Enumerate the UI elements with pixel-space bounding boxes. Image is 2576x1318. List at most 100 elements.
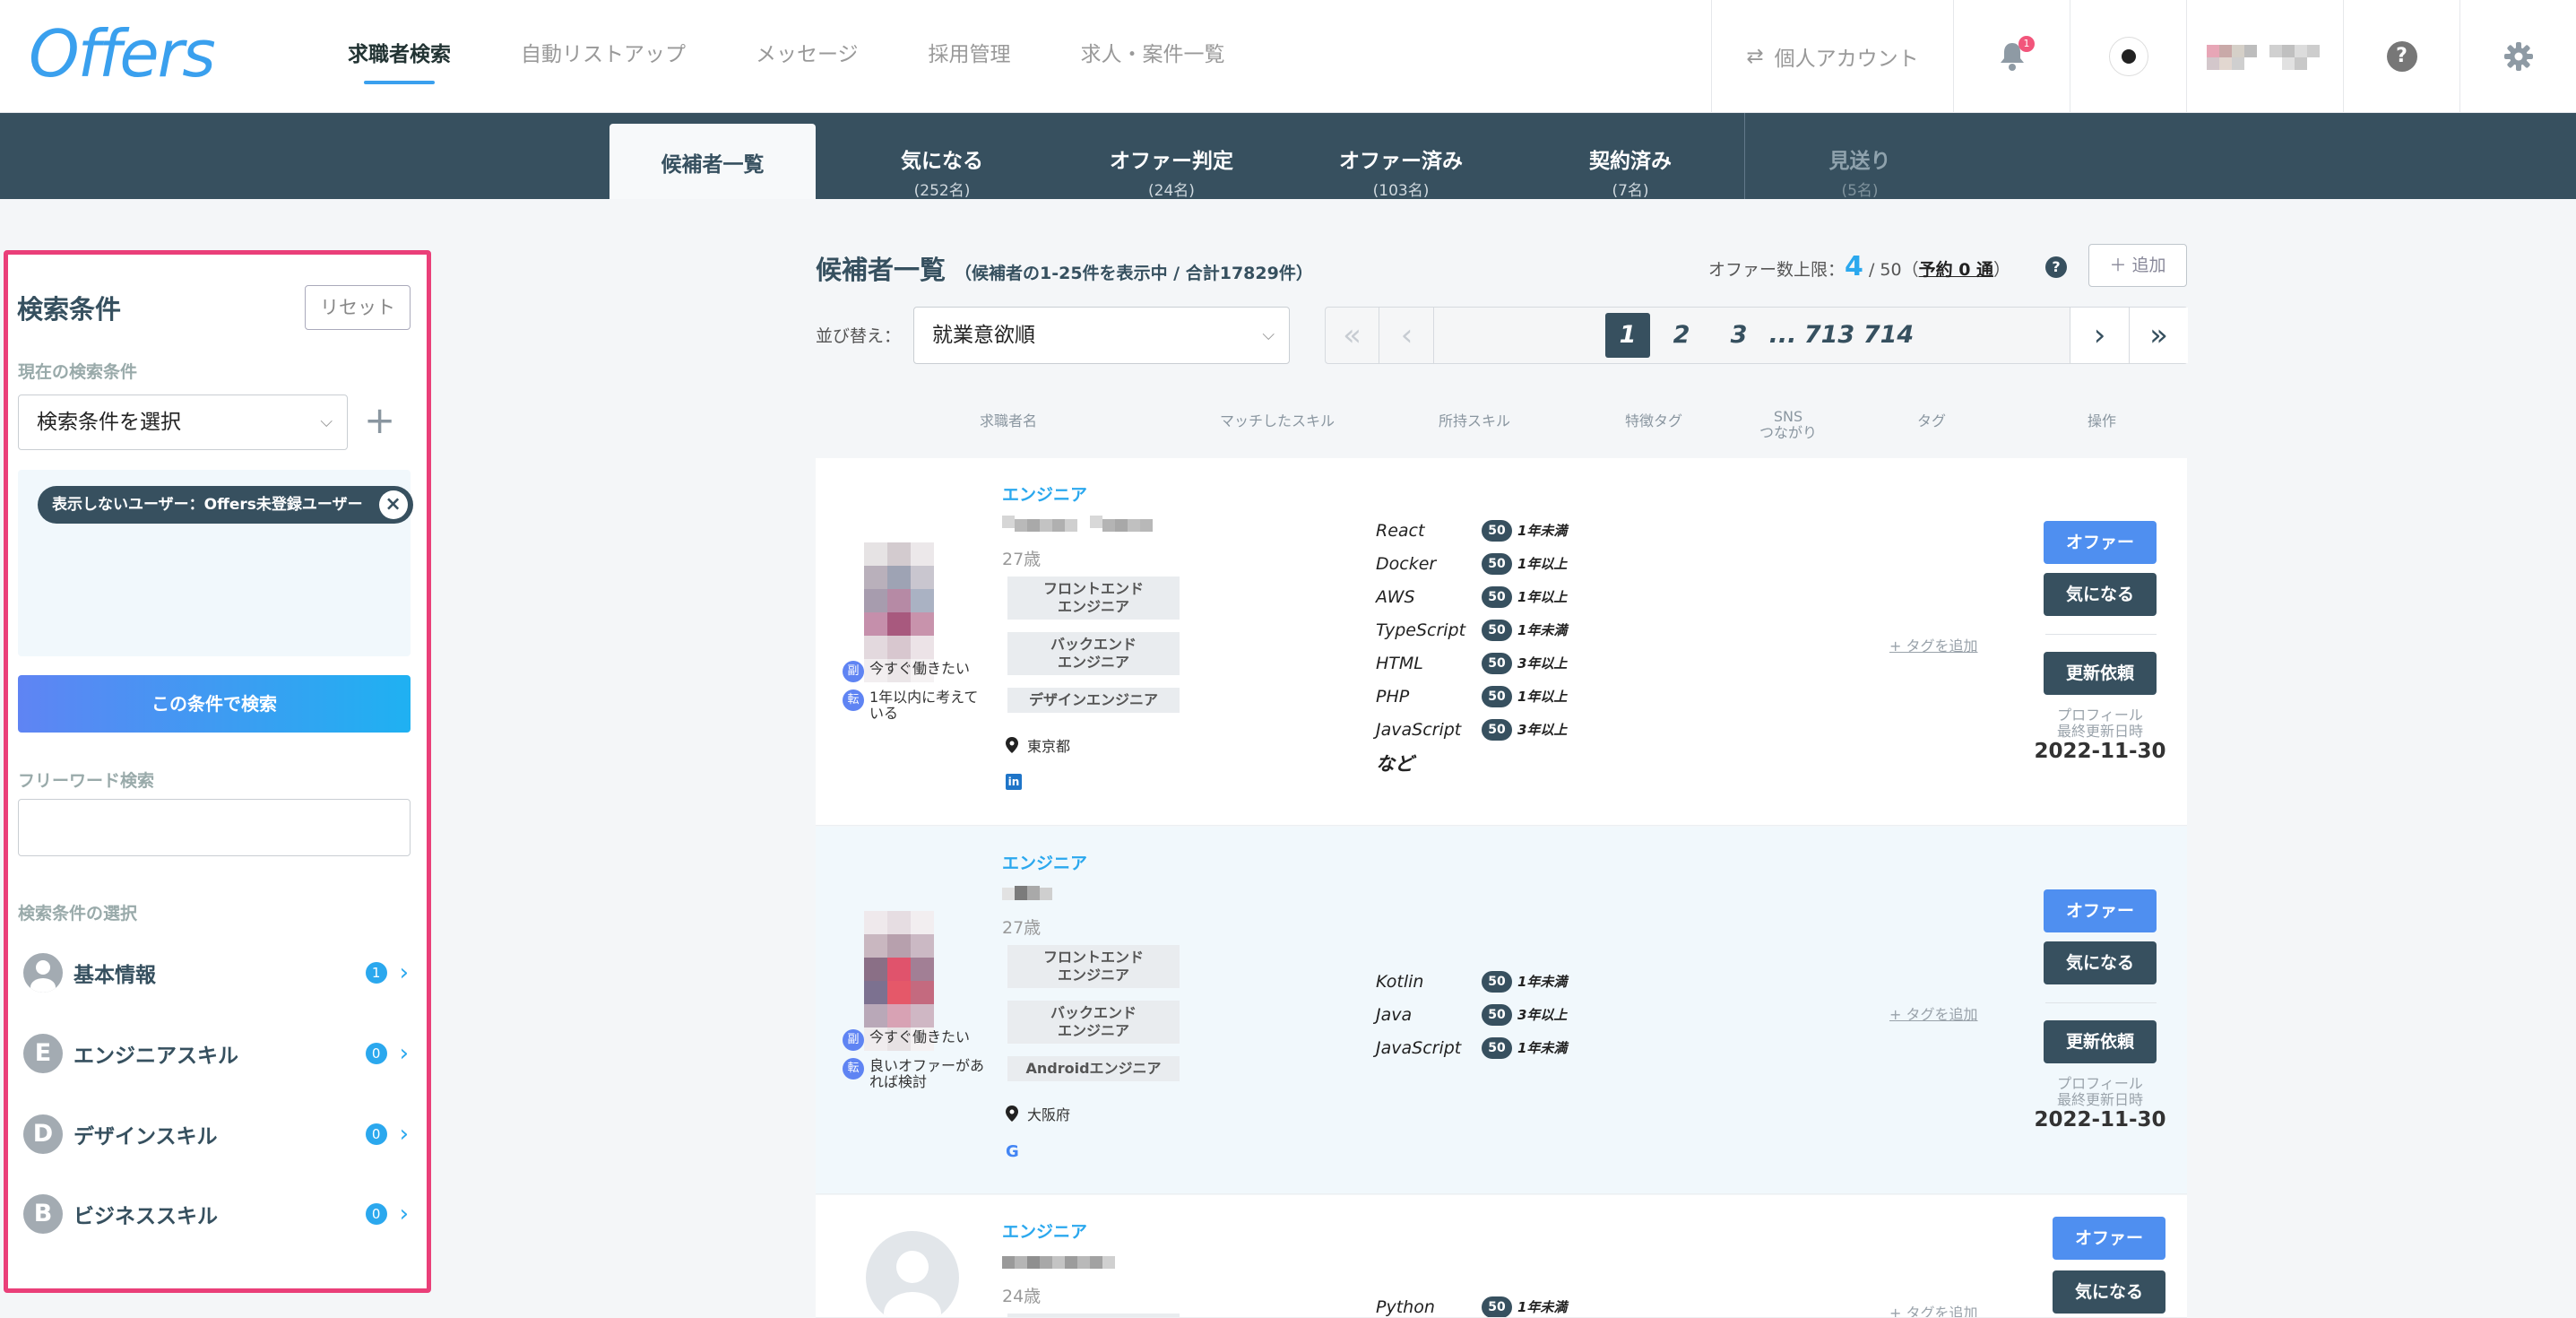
page-713[interactable]: 713 (1801, 308, 1858, 363)
work-intent: 副 今すぐ働きたい (843, 1029, 970, 1051)
reserve-link[interactable]: 予約 0 通 (1919, 260, 1993, 280)
skill-level: 50 (1482, 652, 1512, 674)
freeword-input[interactable] (18, 799, 411, 856)
condition-select[interactable]: 検索条件を選択 ⌵ (18, 395, 348, 450)
google-icon[interactable]: G (1006, 1142, 1019, 1161)
page-2[interactable]: 2 (1659, 308, 1704, 363)
skill-row: Docker 50 1年以上 (1376, 547, 1567, 580)
nav-auto-list[interactable]: 自動リストアップ (505, 0, 702, 113)
linkedin-icon[interactable]: in (1006, 774, 1022, 790)
interested-button[interactable]: 気になる (2044, 941, 2157, 984)
add-tag-link[interactable]: + タグを追加 (1889, 1002, 1978, 1024)
nav-job-seeker-search[interactable]: 求職者検索 (332, 0, 467, 113)
candidate-location: 大阪府 (1006, 1103, 1070, 1124)
skill-row: TypeScript 50 1年未満 (1376, 613, 1567, 646)
add-offer-button[interactable]: ＋ 追加 (2088, 244, 2187, 287)
category-engineer-skill[interactable]: E エンジニアスキル 0 › (18, 1027, 411, 1080)
category-business-skill[interactable]: B ビジネススキル 0 › (18, 1187, 411, 1241)
skill-level: 50 (1482, 1036, 1512, 1059)
category-count: 0 (365, 1043, 387, 1064)
candidate-card[interactable]: エンジニア 27歳 フロントエンド エンジニア バックエンド エンジニア And… (816, 827, 2187, 1194)
chevron-down-icon: ⌵ (1262, 325, 1275, 344)
sort-value: 就業意欲順 (932, 324, 1035, 347)
add-condition-button[interactable]: + (364, 398, 395, 443)
business-skill-icon: B (23, 1194, 63, 1234)
reset-button[interactable]: リセット (305, 285, 411, 330)
update-request-button[interactable]: 更新依頼 (2044, 652, 2157, 695)
add-offer-label: 追加 (2131, 256, 2166, 275)
work-intent-text: 今すぐ働きたい (869, 660, 971, 677)
candidate-card[interactable]: エンジニア 24歳 Python 50 1年未満 + タグを追加 オファー 気になる (816, 1195, 2187, 1318)
tab-label: 候補者一覧 (661, 153, 765, 177)
col-feature-tag: 特徴タグ (1624, 412, 1682, 429)
skill-years: 1年以上 (1517, 556, 1568, 572)
condition-chip: 表示しないユーザー：Offers未登録ユーザー × (38, 486, 413, 524)
interested-button[interactable]: 気になる (2053, 1270, 2165, 1314)
prev-page-button[interactable]: ‹ (1380, 308, 1434, 363)
page-714[interactable]: 714 (1860, 308, 1917, 363)
app-logo[interactable]: Offers (29, 16, 216, 91)
skill-row: React 50 1年未満 (1376, 514, 1567, 547)
search-with-conditions-button[interactable]: この条件で検索 (18, 675, 411, 733)
condition-select-value: 検索条件を選択 (37, 411, 181, 434)
job-change-text: 良いオファーがあ れば検討 (869, 1057, 985, 1090)
category-label: エンジニアスキル (73, 1045, 238, 1068)
chevron-right-icon: › (399, 1040, 409, 1067)
question-icon[interactable]: ? (2045, 256, 2067, 278)
job-change-intent: 転 良いオファーがあ れば検討 (843, 1058, 984, 1090)
account-switch[interactable]: ⇄ 個人アカウント (1711, 0, 1953, 113)
chevron-down-icon: ⌵ (320, 412, 333, 431)
nav-recruit-management[interactable]: 採用管理 (912, 0, 1027, 113)
page-3[interactable]: 3 (1716, 308, 1761, 363)
category-label: ビジネススキル (73, 1205, 218, 1228)
category-basic-info[interactable]: 基本情報 1 › (18, 946, 411, 1000)
job-change-icon: 転 (843, 689, 864, 711)
next-page-button[interactable]: › (2070, 308, 2129, 363)
tab-interested[interactable]: 気になる (252名) (839, 124, 1045, 200)
update-request-button[interactable]: 更新依頼 (2044, 1020, 2157, 1063)
candidate-card[interactable]: エンジニア 27歳 フロントエンド エンジニア バックエンド エンジニア デザイ… (816, 458, 2187, 826)
sort-select[interactable]: 就業意欲順 ⌵ (913, 307, 1290, 364)
candidate-age: 27歳 (1002, 550, 1042, 569)
interested-button[interactable]: 気になる (2044, 573, 2157, 616)
tab-candidates[interactable]: 候補者一覧 (609, 124, 816, 199)
company-logo[interactable] (2070, 0, 2186, 113)
tab-divider (1744, 113, 1745, 199)
tab-offered[interactable]: オファー済み (103名) (1298, 124, 1504, 200)
page-1[interactable]: 1 (1605, 313, 1650, 358)
user-menu[interactable] (2186, 0, 2343, 113)
add-tag-link[interactable]: + タグを追加 (1889, 634, 1978, 655)
last-page-button[interactable]: » (2129, 308, 2188, 363)
help-button[interactable]: ? (2343, 0, 2459, 113)
notifications[interactable]: 1 (1953, 0, 2070, 113)
offer-button[interactable]: オファー (2044, 521, 2157, 564)
job-tag (1007, 1314, 1180, 1317)
job-change-text: 1年以内に考えて いる (869, 689, 979, 722)
user-name-blurred (2207, 45, 2320, 70)
tab-contracted[interactable]: 契約済み (7名) (1527, 124, 1733, 200)
switch-icon: ⇄ (1746, 45, 1764, 68)
skill-name: JavaScript (1376, 1037, 1462, 1058)
close-icon[interactable]: × (378, 490, 408, 519)
tab-declined[interactable]: 見送り (5名) (1757, 124, 1963, 200)
settings-button[interactable] (2459, 0, 2576, 113)
location-pin-icon (1006, 737, 1018, 753)
skill-level: 50 (1482, 585, 1512, 608)
add-tag-link[interactable]: + タグを追加 (1889, 1301, 1978, 1317)
nav-job-list[interactable]: 求人・案件一覧 (1065, 0, 1241, 113)
category-design-skill[interactable]: D デザインスキル 0 › (18, 1107, 411, 1161)
sort-label: 並び替え： (816, 326, 902, 346)
offer-button[interactable]: オファー (2053, 1217, 2165, 1260)
action-divider (2045, 1002, 2157, 1003)
skill-level: 50 (1482, 1003, 1512, 1026)
offer-button[interactable]: オファー (2044, 889, 2157, 932)
candidate-location: 東京都 (1006, 734, 1070, 756)
nav-messages[interactable]: メッセージ (739, 0, 875, 113)
tab-offer-judgement[interactable]: オファー判定 (24名) (1068, 124, 1275, 200)
first-page-button[interactable]: « (1326, 308, 1379, 363)
offer-max: / 50 (1868, 260, 1902, 280)
skill-name: Python (1376, 1296, 1435, 1317)
tab-label: オファー判定 (1110, 150, 1233, 173)
candidate-role: エンジニア (1002, 485, 1088, 505)
tab-count: (7名) (1612, 182, 1649, 200)
